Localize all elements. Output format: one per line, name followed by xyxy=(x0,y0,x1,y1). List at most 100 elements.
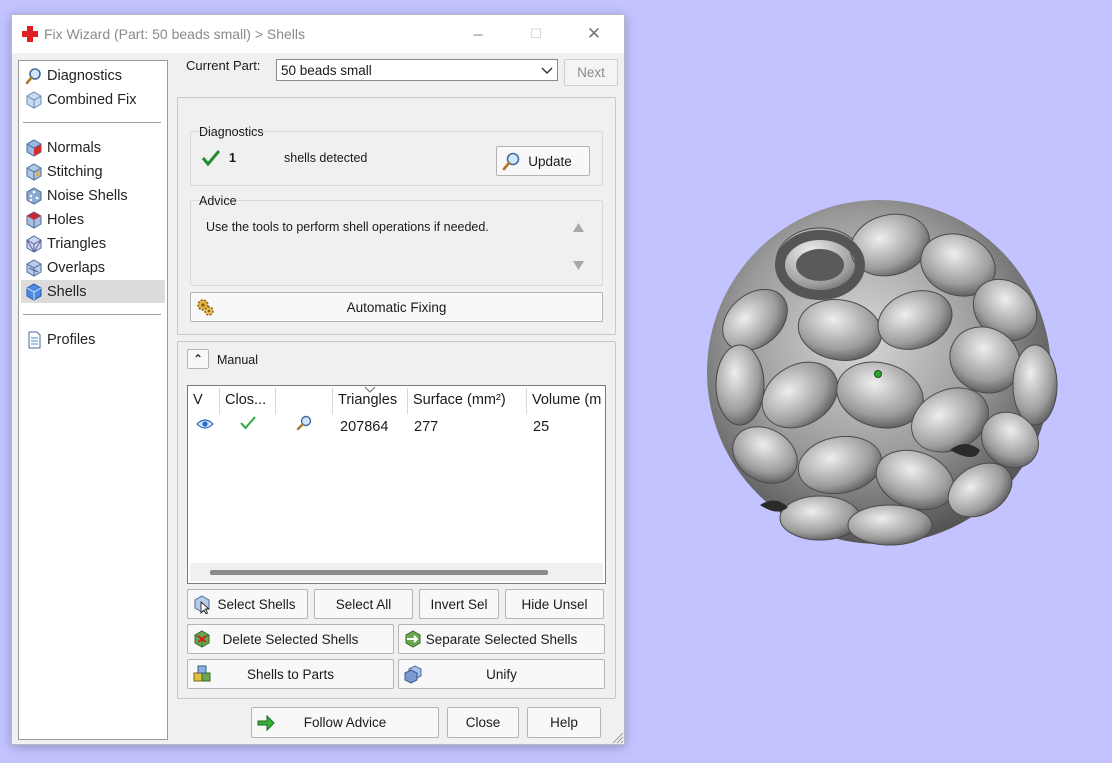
overlaps-cube-icon xyxy=(26,258,42,277)
column-header-volume[interactable]: Volume (m xyxy=(527,386,605,414)
delete-selected-shells-label: Delete Selected Shells xyxy=(222,631,359,647)
manual-label: Manual xyxy=(217,353,258,367)
close-window-button[interactable]: ✕ xyxy=(574,19,614,49)
window-title: Fix Wizard (Part: 50 beads small) > Shel… xyxy=(44,26,306,42)
close-button[interactable]: Close xyxy=(447,707,519,738)
unify-button[interactable]: Unify xyxy=(398,659,605,689)
eye-icon[interactable] xyxy=(196,418,214,430)
separate-selected-shells-button[interactable]: Separate Selected Shells xyxy=(398,624,605,654)
invert-selection-button[interactable]: Invert Sel xyxy=(419,589,499,619)
sidebar-item-label: Triangles xyxy=(47,235,107,252)
document-icon xyxy=(28,331,41,348)
bead-sphere-model[interactable] xyxy=(640,0,1112,760)
hide-unselected-button[interactable]: Hide Unsel xyxy=(505,589,604,619)
sidebar-item-triangles[interactable]: Triangles xyxy=(21,232,165,255)
holes-cube-icon xyxy=(26,210,42,229)
sidebar-item-combined-fix[interactable]: Combined Fix xyxy=(21,88,165,111)
3d-viewport[interactable] xyxy=(640,0,1112,760)
select-shells-button[interactable]: Select Shells xyxy=(187,589,308,619)
help-button[interactable]: Help xyxy=(527,707,601,738)
normals-cube-icon xyxy=(26,138,42,157)
fix-wizard-window: Fix Wizard (Part: 50 beads small) > Shel… xyxy=(11,14,625,745)
scroll-down-icon[interactable] xyxy=(573,261,584,270)
stitching-cube-icon xyxy=(26,162,42,181)
sidebar-item-label: Shells xyxy=(47,283,87,300)
shells-to-parts-icon xyxy=(193,665,211,682)
sidebar-item-label: Overlaps xyxy=(47,259,106,276)
title-bar[interactable]: Fix Wizard (Part: 50 beads small) > Shel… xyxy=(12,15,624,53)
triangles-cube-icon xyxy=(26,234,42,253)
select-shells-label: Select Shells xyxy=(217,596,296,612)
separate-selected-shells-label: Separate Selected Shells xyxy=(425,631,578,647)
follow-advice-button[interactable]: Follow Advice xyxy=(251,707,439,738)
column-header-closed[interactable]: Clos... xyxy=(220,386,274,414)
select-all-label: Select All xyxy=(335,596,392,612)
sort-indicator-icon xyxy=(364,386,376,393)
sidebar-item-noise-shells[interactable]: Noise Shells xyxy=(21,184,165,207)
automatic-fixing-button[interactable]: Automatic Fixing xyxy=(190,292,603,322)
maximize-icon: ☐ xyxy=(530,26,542,41)
column-header-surface[interactable]: Surface (mm²) xyxy=(408,386,526,414)
scrollbar-thumb[interactable] xyxy=(210,570,548,575)
current-part-label: Current Part: xyxy=(186,58,261,73)
chevron-down-icon xyxy=(541,67,553,74)
column-header-visible[interactable]: V xyxy=(188,386,218,414)
help-button-label: Help xyxy=(550,715,578,730)
sidebar-item-label: Diagnostics xyxy=(47,67,122,84)
update-button[interactable]: Update xyxy=(496,146,590,176)
sidebar-item-overlaps[interactable]: Overlaps xyxy=(21,256,165,279)
magnifier-icon xyxy=(502,152,520,171)
shells-to-parts-label: Shells to Parts xyxy=(246,666,335,682)
sidebar-divider xyxy=(23,314,161,315)
shells-cube-icon xyxy=(26,282,42,301)
advice-group-label: Advice xyxy=(199,194,237,208)
cube-icon xyxy=(26,90,42,109)
sidebar-item-profiles[interactable]: Profiles xyxy=(21,328,165,351)
minimize-icon: ─ xyxy=(473,26,483,42)
diagnostics-group-label: Diagnostics xyxy=(199,125,264,139)
resize-grip-icon[interactable] xyxy=(610,730,624,744)
sidebar-item-holes[interactable]: Holes xyxy=(21,208,165,231)
shells-to-parts-button[interactable]: Shells to Parts xyxy=(187,659,394,689)
next-button[interactable]: Next xyxy=(564,59,618,86)
invert-selection-label: Invert Sel xyxy=(430,596,488,612)
sidebar-item-label: Noise Shells xyxy=(47,187,128,204)
delete-selected-shells-button[interactable]: Delete Selected Shells xyxy=(187,624,394,654)
column-header-tools[interactable] xyxy=(276,386,331,414)
minimize-button[interactable]: ─ xyxy=(458,19,498,49)
current-part-select[interactable]: 50 beads small xyxy=(276,59,558,81)
select-shells-icon xyxy=(194,595,211,614)
close-button-label: Close xyxy=(465,715,501,730)
unify-icon xyxy=(404,665,422,684)
check-icon xyxy=(202,150,220,166)
shells-status-text: shells detected xyxy=(284,151,368,165)
update-button-label: Update xyxy=(528,153,572,169)
follow-advice-label: Follow Advice xyxy=(303,715,387,730)
check-icon xyxy=(240,416,256,430)
delete-shells-icon xyxy=(194,630,210,648)
sidebar-item-diagnostics[interactable]: Diagnostics xyxy=(21,64,165,87)
sidebar-item-stitching[interactable]: Stitching xyxy=(21,160,165,183)
selection-point-marker xyxy=(874,370,882,378)
sidebar-item-label: Holes xyxy=(47,211,85,228)
horizontal-scrollbar[interactable] xyxy=(190,563,603,581)
magnifier-icon[interactable] xyxy=(295,415,313,431)
green-arrow-icon xyxy=(257,714,275,731)
shells-count: 1 xyxy=(229,151,236,165)
gears-icon xyxy=(197,299,214,316)
hide-unselected-label: Hide Unsel xyxy=(521,596,588,612)
unify-label: Unify xyxy=(486,666,517,682)
manual-collapse-button[interactable]: ⌃ xyxy=(187,349,209,369)
sidebar: Diagnostics Combined Fix Normals Stitchi… xyxy=(18,60,168,740)
close-icon: ✕ xyxy=(586,24,602,43)
sidebar-divider xyxy=(23,122,161,123)
sidebar-item-label: Profiles xyxy=(47,331,96,348)
maximize-button[interactable]: ☐ xyxy=(516,19,556,49)
sidebar-item-normals[interactable]: Normals xyxy=(21,136,165,159)
cell-triangles: 207864 xyxy=(340,419,389,435)
scroll-up-icon[interactable] xyxy=(573,223,584,232)
noise-cube-icon xyxy=(26,186,42,205)
sidebar-item-shells[interactable]: Shells xyxy=(21,280,165,303)
select-all-button[interactable]: Select All xyxy=(314,589,413,619)
cell-volume: 25 xyxy=(533,419,550,435)
